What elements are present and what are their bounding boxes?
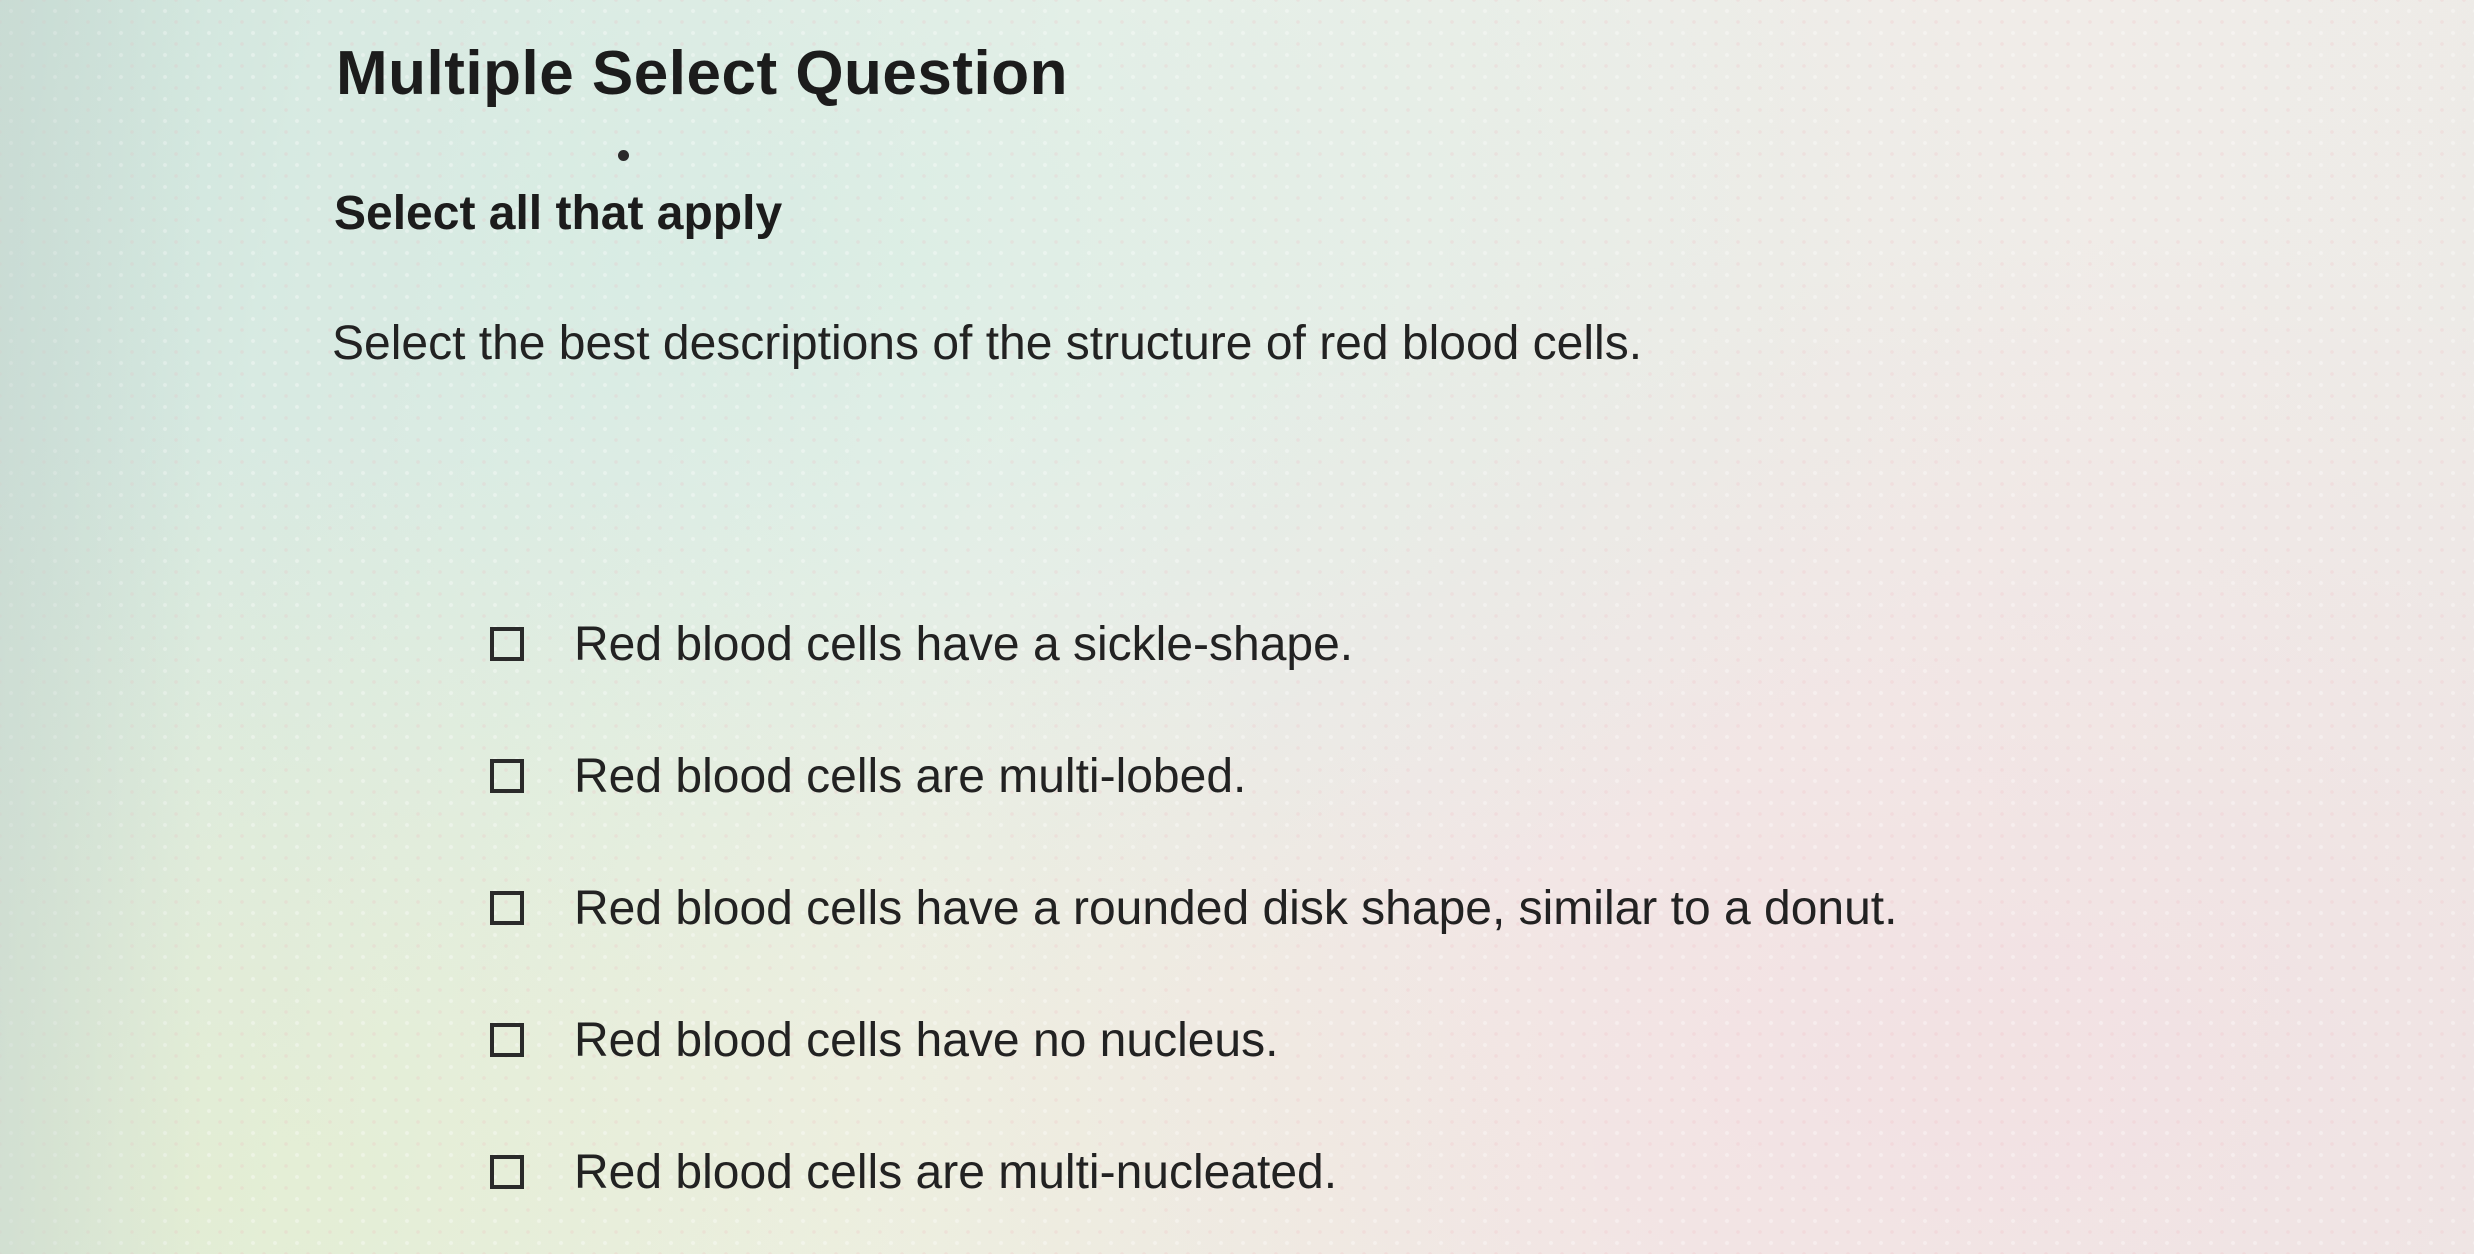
answer-option-5[interactable]: Red blood cells are multi-nucleated. — [490, 1106, 1897, 1238]
question-panel: Multiple Select Question Select all that… — [0, 0, 2474, 1254]
answer-option-3[interactable]: Red blood cells have a rounded disk shap… — [490, 842, 1897, 974]
answer-option-1[interactable]: Red blood cells have a sickle-shape. — [490, 578, 1897, 710]
question-instruction: Select all that apply — [334, 187, 783, 240]
checkbox[interactable] — [490, 759, 524, 793]
checkbox[interactable] — [490, 891, 524, 925]
question-type-heading: Multiple Select Question — [336, 39, 1068, 108]
checkbox[interactable] — [490, 627, 524, 661]
answer-option-label: Red blood cells have no nucleus. — [574, 1013, 1279, 1067]
answer-option-label: Red blood cells have a sickle-shape. — [574, 617, 1354, 671]
checkbox[interactable] — [490, 1023, 524, 1057]
answer-option-2[interactable]: Red blood cells are multi-lobed. — [490, 710, 1897, 842]
checkbox[interactable] — [490, 1155, 524, 1189]
answer-option-label: Red blood cells are multi-nucleated. — [574, 1145, 1338, 1199]
question-prompt: Select the best descriptions of the stru… — [332, 317, 1643, 370]
answer-option-label: Red blood cells have a rounded disk shap… — [574, 881, 1898, 935]
answer-options-list: Red blood cells have a sickle-shape. Red… — [490, 578, 1897, 1238]
dot-mark — [618, 150, 629, 161]
answer-option-4[interactable]: Red blood cells have no nucleus. — [490, 974, 1897, 1106]
answer-option-label: Red blood cells are multi-lobed. — [574, 749, 1247, 803]
